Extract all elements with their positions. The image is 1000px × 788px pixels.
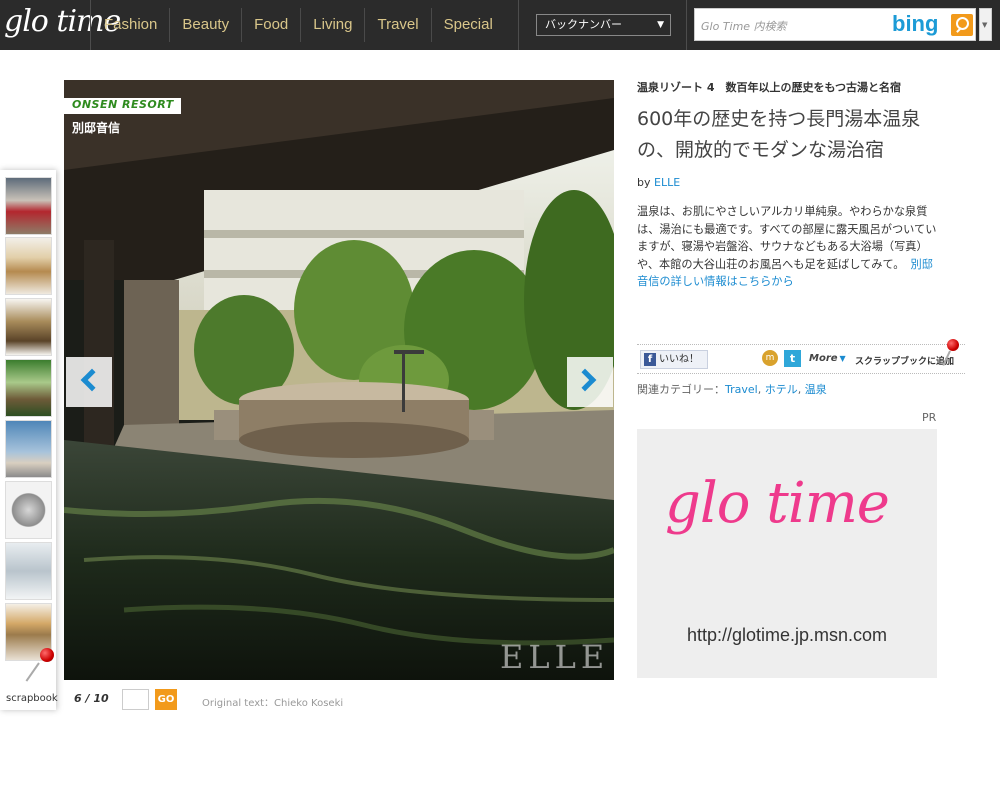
share-bar: いいね！ m t More▼ スクラップブックに追加 <box>637 339 965 374</box>
categories-label: 関連カテゴリー： <box>637 383 725 396</box>
pr-label: PR <box>922 411 937 424</box>
search-box[interactable]: Glo Time 内検索 bing <box>694 8 976 41</box>
nav-special[interactable]: Special <box>430 8 505 42</box>
related-categories: 関連カテゴリー：Travel, ホテル, 温泉 <box>637 383 827 396</box>
top-bar: glo time Fashion Beauty Food Living Trav… <box>0 0 1000 50</box>
nav-beauty[interactable]: Beauty <box>169 8 241 42</box>
mixi-icon[interactable]: m <box>762 350 778 366</box>
next-photo-button[interactable] <box>567 357 613 407</box>
backnumber-select[interactable]: バックナンバー ▼ <box>536 14 671 36</box>
bing-logo: bing <box>892 11 939 36</box>
scrapbook-sidebar: scrapbook <box>0 170 58 710</box>
search-input[interactable]: Glo Time 内検索 <box>701 18 787 34</box>
prev-photo-button[interactable] <box>66 357 112 407</box>
article-headline: 600年の歴史を持つ長門湯本温泉の、開放的でモダンな湯治宿 <box>637 108 921 161</box>
twitter-icon[interactable]: t <box>784 350 801 367</box>
byline-prefix: by <box>637 176 651 189</box>
scrapbook-thumb[interactable] <box>5 542 52 600</box>
search-icon[interactable] <box>951 14 973 36</box>
nav-living[interactable]: Living <box>300 8 364 42</box>
pin-icon <box>40 648 54 662</box>
photo-credit: Original text：Chieko Koseki <box>202 698 344 709</box>
onsen-photo <box>64 80 614 680</box>
nav-fashion[interactable]: Fashion <box>92 8 169 42</box>
more-share-button[interactable]: More ▼ <box>809 353 846 364</box>
divider <box>686 0 687 50</box>
scrapbook-thumb[interactable] <box>5 481 52 539</box>
more-label: More <box>809 353 838 364</box>
pin-icon <box>947 339 959 351</box>
divider <box>90 0 91 50</box>
article-kicker: 温泉リゾート 4 数百年以上の歴史をもつ古湯と名宿 <box>637 81 902 94</box>
scrapbook-thumb[interactable] <box>5 177 52 235</box>
scrapbook-thumb[interactable] <box>5 420 52 478</box>
scrapbook-thumb[interactable] <box>5 298 52 356</box>
gallery-photo <box>64 80 614 680</box>
article-body-text: 温泉は、お肌にやさしいアルカリ単純泉。やわらかな泉質は、湯治にも最適です。すべて… <box>637 205 937 271</box>
nav-food[interactable]: Food <box>241 8 300 42</box>
main-nav: Fashion Beauty Food Living Travel Specia… <box>92 0 505 50</box>
scrapbook-thumb[interactable] <box>5 237 52 295</box>
ad-banner[interactable]: glo time http://glotime.jp.msn.com <box>637 429 937 678</box>
badge-text: ONSEN RESORT <box>72 98 174 111</box>
chevron-right-icon <box>573 368 597 392</box>
photo-title: 別邸音信 <box>72 121 121 135</box>
author-link[interactable]: ELLE <box>654 176 680 189</box>
page-indicator: 6 / 10 <box>74 692 109 705</box>
facebook-like-button[interactable]: いいね！ <box>640 350 708 369</box>
ad-logo: glo time <box>665 471 890 536</box>
triangle-down-icon: ▼ <box>839 354 846 363</box>
chevron-down-icon: ▼ <box>657 20 664 30</box>
chevron-down-icon: ▼ <box>982 21 988 29</box>
section-badge: ONSEN RESORT <box>64 98 181 114</box>
byline: by ELLE <box>637 176 680 189</box>
article-body: 温泉は、お肌にやさしいアルカリ単純泉。やわらかな泉質は、湯治にも最適です。すべて… <box>637 203 942 291</box>
elle-watermark: ELLE <box>500 638 610 676</box>
category-link[interactable]: ホテル <box>765 383 798 396</box>
category-link[interactable]: 温泉 <box>805 383 827 396</box>
category-link[interactable]: Travel <box>725 383 758 396</box>
divider <box>518 0 519 50</box>
pin-stem <box>25 662 40 682</box>
page-number-input[interactable] <box>122 689 149 710</box>
scrapbook-thumb[interactable] <box>5 359 52 417</box>
scrapbook-label[interactable]: scrapbook <box>6 693 58 704</box>
search-scrollbar[interactable]: ▼ <box>979 8 992 41</box>
backnumber-label: バックナンバー <box>545 18 622 31</box>
page-go-button[interactable]: GO <box>155 689 177 710</box>
ad-url: http://glotime.jp.msn.com <box>686 625 888 645</box>
add-to-scrapbook-button[interactable]: スクラップブックに追加 <box>855 354 954 367</box>
chevron-left-icon <box>80 368 104 392</box>
nav-travel[interactable]: Travel <box>364 8 430 42</box>
